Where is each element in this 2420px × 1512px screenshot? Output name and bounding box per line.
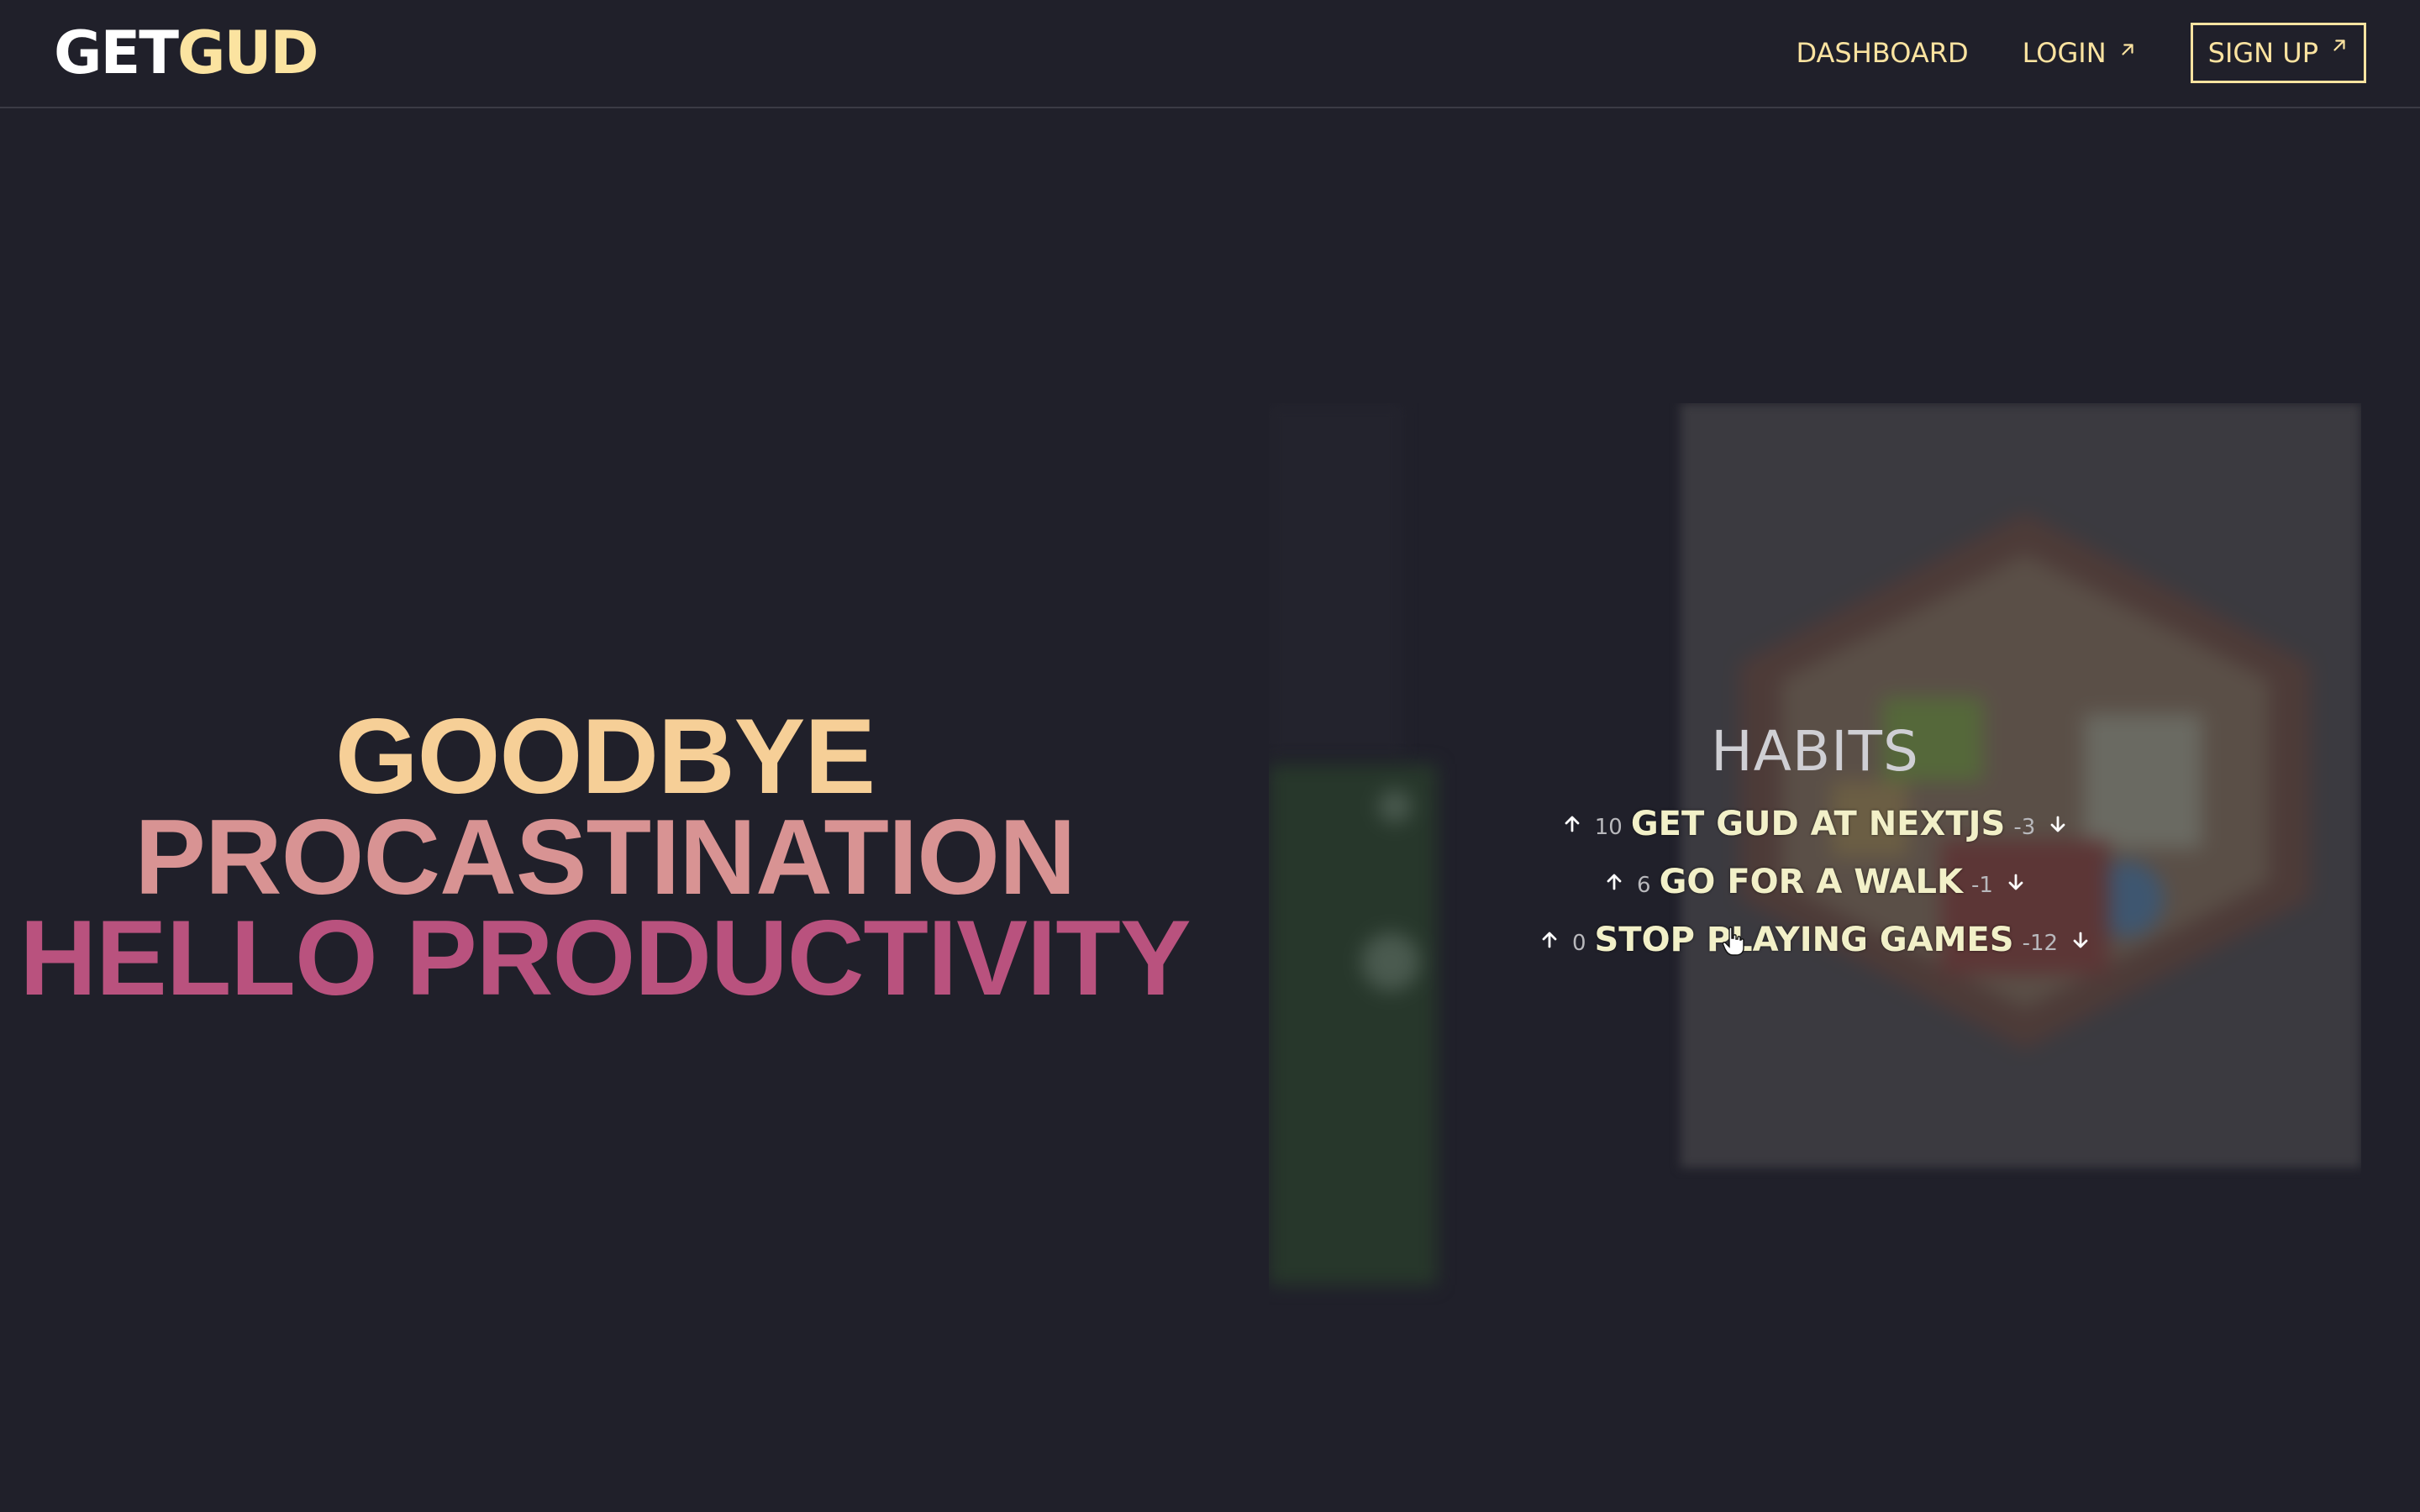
habit-name[interactable]: GO FOR A WALK — [1660, 863, 1963, 901]
upvote-button[interactable] — [1535, 926, 1564, 954]
habit-down-count: -1 — [1971, 872, 1993, 898]
habits-widget: HABITS 10 GET GUD AT NEXTJS -3 6 GO FOR … — [1445, 714, 2185, 969]
habit-down-count: -3 — [2013, 814, 2036, 840]
arrow-up-icon — [1607, 874, 1622, 890]
habit-row: 0 STOP PLAYING GAMES -12 — [1445, 911, 2185, 969]
signup-label: SIGN UP — [2207, 37, 2318, 69]
hand-pointer-icon — [1723, 927, 1744, 956]
habit-name[interactable]: STOP PLAYING GAMES — [1594, 921, 2013, 959]
habits-title: HABITS — [1711, 719, 1919, 784]
nav-dashboard-link[interactable]: DASHBOARD — [1796, 24, 1968, 82]
hero-line-goodbye: GOODBYE — [334, 696, 876, 816]
habit-row: 10 GET GUD AT NEXTJS -3 — [1445, 795, 2185, 853]
hero-line-procrastination: PROCASTINATION — [134, 797, 1076, 916]
signup-button[interactable]: SIGN UP — [2190, 23, 2366, 83]
logo-get: GET — [54, 18, 179, 87]
hero-line-productivity: HELLO PRODUCTIVITY — [19, 898, 1191, 1017]
navbar: GETGUD DASHBOARD LOGIN SIGN UP — [0, 0, 2420, 108]
downvote-button[interactable] — [2044, 810, 2072, 838]
arrow-up-right-icon — [2122, 44, 2133, 55]
arrow-up-icon — [1542, 932, 1557, 948]
arrow-up-icon — [1565, 816, 1580, 832]
habit-up-count: 6 — [1637, 872, 1651, 898]
upvote-button[interactable] — [1600, 868, 1628, 896]
habit-name[interactable]: GET GUD AT NEXTJS — [1631, 805, 2006, 843]
nav-links: DASHBOARD LOGIN SIGN UP — [1796, 23, 2366, 83]
logo[interactable]: GETGUD — [54, 18, 318, 87]
blurred-green-panel — [1269, 764, 1437, 1285]
habit-down-count: -12 — [2022, 930, 2059, 956]
downvote-button[interactable] — [2002, 868, 2030, 896]
habit-up-count: 0 — [1571, 930, 1586, 956]
nav-login-label: LOGIN — [2022, 37, 2107, 69]
arrow-down-icon — [2050, 816, 2065, 832]
arrow-up-right-icon — [2333, 39, 2345, 51]
upvote-button[interactable] — [1558, 810, 1586, 838]
arrow-down-icon — [2073, 932, 2088, 948]
blurred-dark-panel — [1269, 403, 1403, 756]
downvote-button[interactable] — [2066, 926, 2095, 954]
logo-gud: GUD — [177, 18, 318, 87]
hero-headline: GOODBYE PROCASTINATION HELLO PRODUCTIVIT… — [0, 696, 1210, 1017]
arrow-down-icon — [2008, 874, 2023, 890]
nav-login-link[interactable]: LOGIN — [2023, 24, 2137, 82]
habit-up-count: 10 — [1594, 814, 1623, 840]
habit-row: 6 GO FOR A WALK -1 — [1445, 853, 2185, 911]
nav-dashboard-label: DASHBOARD — [1796, 37, 1969, 69]
